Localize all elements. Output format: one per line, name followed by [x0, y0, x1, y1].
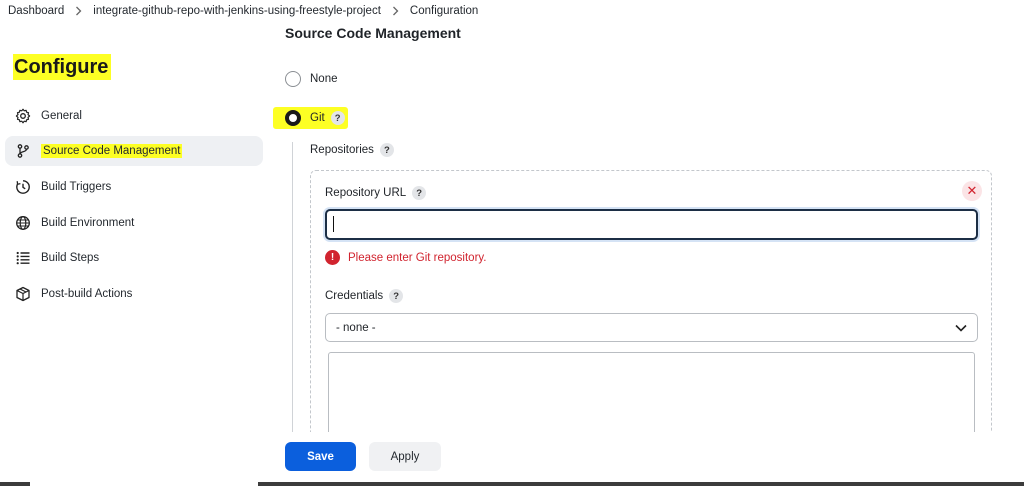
radio-button[interactable]: [285, 110, 301, 126]
globe-icon: [14, 215, 31, 232]
section-title: Source Code Management: [285, 25, 461, 41]
radio-label: Git: [310, 112, 325, 124]
chevron-down-icon: [955, 324, 967, 332]
list-icon: [14, 250, 31, 267]
radio-button[interactable]: [285, 71, 301, 87]
page-title: Configure: [13, 54, 112, 80]
sidebar-item-label: Source Code Management: [41, 144, 183, 158]
repository-url-label: Repository URL: [325, 187, 407, 199]
scm-option-git[interactable]: Git ?: [285, 110, 345, 126]
sidebar-item-label: Build Environment: [41, 217, 135, 229]
sidebar-item-build-triggers[interactable]: Build Triggers: [5, 172, 263, 202]
clock-icon: [14, 179, 31, 196]
radio-label: None: [310, 73, 338, 85]
sidebar-item-build-environment[interactable]: Build Environment: [5, 208, 263, 238]
credentials-add-area[interactable]: [328, 352, 975, 436]
chevron-right-icon: [392, 6, 399, 16]
text-cursor: [333, 216, 334, 232]
help-icon[interactable]: ?: [389, 289, 404, 303]
breadcrumb-configuration[interactable]: Configuration: [410, 5, 478, 17]
section-divider: [292, 142, 293, 432]
save-button[interactable]: Save: [285, 442, 356, 471]
error-icon: !: [325, 250, 340, 265]
close-icon[interactable]: ✕: [962, 181, 982, 201]
breadcrumb-project[interactable]: integrate-github-repo-with-jenkins-using…: [93, 5, 381, 17]
scm-option-none[interactable]: None: [285, 71, 338, 87]
repository-url-input[interactable]: [325, 209, 978, 240]
repositories-label-row: Repositories ?: [310, 143, 394, 157]
credentials-label: Credentials: [325, 290, 384, 302]
scrollbar-thumb[interactable]: [30, 482, 258, 486]
package-icon: [14, 286, 31, 303]
breadcrumb-dashboard[interactable]: Dashboard: [8, 5, 64, 17]
sidebar-item-source-code-management[interactable]: Source Code Management: [5, 136, 263, 166]
gear-icon: [14, 108, 31, 125]
credentials-label-row: Credentials ?: [325, 289, 404, 303]
credentials-select[interactable]: - none -: [325, 313, 978, 342]
help-icon[interactable]: ?: [412, 186, 427, 200]
branch-icon: [14, 143, 31, 160]
validation-error: ! Please enter Git repository.: [325, 250, 487, 265]
help-icon[interactable]: ?: [330, 111, 345, 125]
sidebar-item-label: Build Triggers: [41, 181, 112, 193]
sidebar-item-label: Post-build Actions: [41, 288, 133, 300]
repository-url-label-row: Repository URL ?: [325, 186, 427, 200]
error-message: Please enter Git repository.: [348, 251, 487, 264]
sidebar-item-general[interactable]: General: [5, 101, 263, 131]
sidebar-item-post-build-actions[interactable]: Post-build Actions: [5, 279, 263, 309]
repositories-label: Repositories: [310, 144, 374, 156]
sidebar-item-build-steps[interactable]: Build Steps: [5, 243, 263, 273]
sidebar-item-label: Build Steps: [41, 252, 100, 264]
chevron-right-icon: [75, 6, 82, 16]
apply-button[interactable]: Apply: [369, 442, 441, 471]
sidebar-item-label: General: [41, 110, 82, 122]
help-icon[interactable]: ?: [379, 143, 394, 157]
breadcrumb: Dashboard integrate-github-repo-with-jen…: [0, 0, 1024, 22]
credentials-selected-value: - none -: [336, 321, 376, 334]
